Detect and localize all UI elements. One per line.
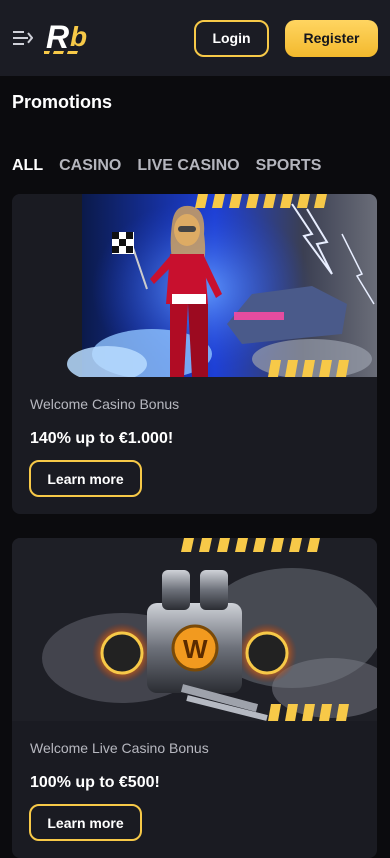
top-header: R b Login Register [0, 0, 390, 76]
tab-casino[interactable]: CASINO [59, 157, 121, 175]
menu-icon[interactable] [12, 27, 34, 49]
rb-logo[interactable]: R b [44, 18, 100, 58]
promo-headline: 140% up to €1.000! [30, 430, 174, 447]
login-button[interactable]: Login [194, 19, 269, 57]
promo-card-live-casino: W Welcome Live Casino Bonus 100% up to €… [12, 538, 377, 858]
page-title: Promotions [12, 92, 113, 112]
promo-subtitle: Welcome Casino Bonus [30, 396, 180, 412]
promo-tabs: ALL CASINO LIVE CASINO SPORTS [12, 157, 321, 175]
learn-more-button[interactable]: Learn more [29, 804, 142, 841]
promo-card-casino: Welcome Casino Bonus 140% up to €1.000! … [12, 194, 377, 514]
header-actions: Login Register [194, 19, 378, 57]
svg-text:b: b [70, 21, 87, 52]
svg-text:W: W [183, 634, 208, 664]
svg-text:R: R [46, 19, 69, 55]
register-button[interactable]: Register [285, 19, 378, 57]
promo-banner-image [12, 194, 377, 377]
learn-more-button[interactable]: Learn more [29, 460, 142, 497]
promo-subtitle: Welcome Live Casino Bonus [30, 740, 209, 756]
tab-all[interactable]: ALL [12, 157, 43, 175]
promo-headline: 100% up to €500! [30, 774, 160, 791]
promo-banner-image: W [12, 538, 377, 721]
tab-sports[interactable]: SPORTS [256, 157, 322, 175]
tab-live-casino[interactable]: LIVE CASINO [137, 157, 239, 175]
